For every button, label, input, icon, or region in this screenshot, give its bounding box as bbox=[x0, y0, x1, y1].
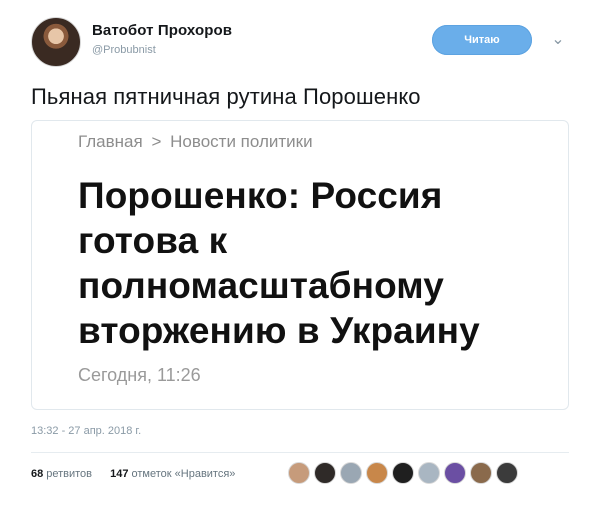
liker-avatar-3[interactable] bbox=[340, 462, 362, 484]
liker-avatar-4[interactable] bbox=[366, 462, 388, 484]
follow-button[interactable]: Читаю bbox=[432, 25, 532, 55]
article-headline[interactable]: Порошенко: Россия готова к полномасштабн… bbox=[78, 173, 548, 353]
retweets-stat[interactable]: 68 ретвитов bbox=[31, 468, 92, 480]
headline-line: вторжению в Украину bbox=[78, 310, 480, 351]
user-handle[interactable]: @Probubnist bbox=[92, 44, 156, 56]
likes-count: 147 bbox=[110, 468, 129, 480]
tweet-stats: 68 ретвитов 147 отметок «Нравится» bbox=[31, 468, 235, 480]
retweets-count: 68 bbox=[31, 468, 44, 480]
retweets-label: ретвитов bbox=[46, 468, 93, 480]
liker-avatar-7[interactable] bbox=[444, 462, 466, 484]
liker-avatar-1[interactable] bbox=[288, 462, 310, 484]
breadcrumb-section[interactable]: Новости политики bbox=[170, 132, 312, 151]
divider bbox=[31, 452, 569, 453]
liker-avatar-2[interactable] bbox=[314, 462, 336, 484]
likers-list bbox=[288, 462, 522, 484]
liker-avatar-6[interactable] bbox=[418, 462, 440, 484]
headline-line: полномасштабному bbox=[78, 265, 444, 306]
likes-label: отметок «Нравится» bbox=[131, 468, 236, 480]
liker-avatar-8[interactable] bbox=[470, 462, 492, 484]
breadcrumb-separator-icon: > bbox=[151, 132, 162, 151]
headline-line: Порошенко: Россия bbox=[78, 175, 443, 216]
chevron-down-icon[interactable]: ⌄ bbox=[548, 30, 568, 50]
article-card[interactable]: Главная > Новости политики Порошенко: Ро… bbox=[31, 120, 569, 410]
tweet-text: Пьяная пятничная рутина Порошенко bbox=[31, 84, 421, 109]
tweet-header: Ватобот Прохоров @Probubnist Читаю ⌄ bbox=[31, 17, 571, 67]
breadcrumb-home[interactable]: Главная bbox=[78, 132, 143, 151]
headline-line: готова к bbox=[78, 220, 228, 261]
user-avatar[interactable] bbox=[31, 17, 81, 67]
user-name[interactable]: Ватобот Прохоров bbox=[92, 22, 232, 39]
likes-stat[interactable]: 147 отметок «Нравится» bbox=[110, 468, 235, 480]
liker-avatar-9[interactable] bbox=[496, 462, 518, 484]
breadcrumb: Главная > Новости политики bbox=[78, 132, 313, 152]
tweet-datetime[interactable]: 13:32 - 27 апр. 2018 г. bbox=[31, 425, 141, 437]
article-timestamp: Сегодня, 11:26 bbox=[78, 365, 201, 385]
liker-avatar-5[interactable] bbox=[392, 462, 414, 484]
article-card-content: Главная > Новости политики Порошенко: Ро… bbox=[78, 121, 548, 409]
